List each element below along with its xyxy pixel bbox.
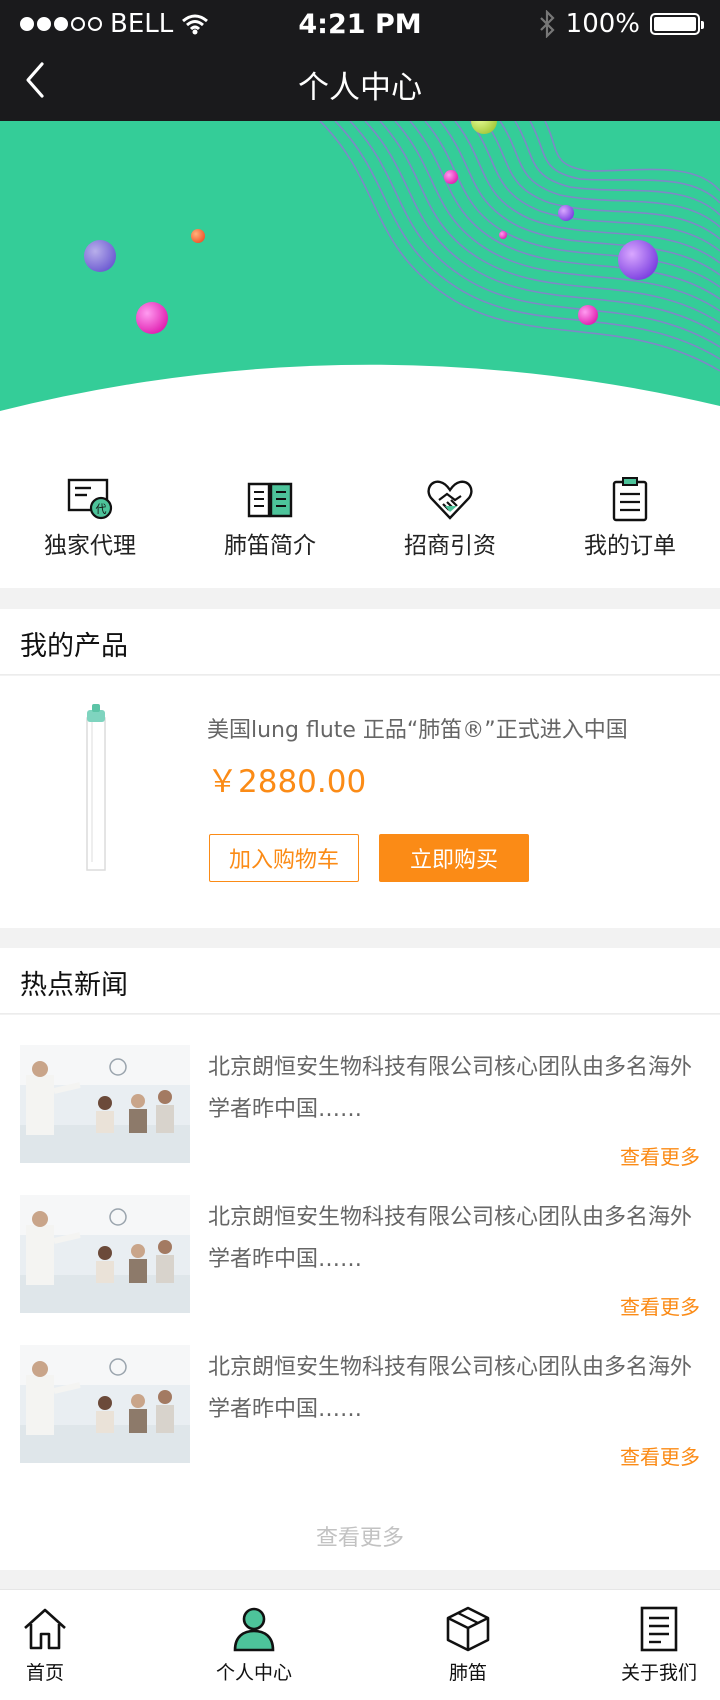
battery-label: 100% bbox=[565, 9, 640, 39]
menu-label: 独家代理 bbox=[44, 533, 136, 559]
page-title: 个人中心 bbox=[298, 70, 422, 106]
quick-menu: 代 独家代理 肺笛简介 招商引资 我的订单 bbox=[0, 440, 720, 588]
news-list: 北京朗恒安生物科技有限公司核心团队由多名海外学者昨中国…… 查看更多 北京朗恒安… bbox=[0, 1015, 720, 1570]
menu-label: 肺笛简介 bbox=[224, 533, 316, 559]
products-section-header: 我的产品 bbox=[0, 609, 720, 675]
news-more-link[interactable]: 查看更多 bbox=[620, 1291, 700, 1320]
bluetooth-icon bbox=[539, 10, 555, 38]
menu-investment[interactable]: 招商引资 bbox=[360, 440, 540, 588]
clipboard-icon bbox=[612, 477, 648, 522]
tab-profile[interactable]: 个人中心 bbox=[184, 1604, 324, 1685]
box-icon bbox=[446, 1606, 490, 1652]
open-book-icon bbox=[247, 482, 293, 518]
news-section-header: 热点新闻 bbox=[0, 948, 720, 1014]
home-icon bbox=[24, 1608, 66, 1650]
news-text: 北京朗恒安生物科技有限公司核心团队由多名海外学者昨中国…… bbox=[208, 1355, 693, 1422]
profile-banner bbox=[0, 121, 720, 461]
tab-about-us[interactable]: 关于我们 bbox=[589, 1604, 720, 1685]
top-bar: BELL 4:21 PM 100% 个人中心 bbox=[0, 0, 720, 121]
battery-icon bbox=[650, 13, 704, 35]
status-right: 100% bbox=[538, 9, 704, 39]
product-title[interactable]: 美国lung flute 正品“肺笛®”正式进入中国 bbox=[207, 712, 628, 744]
svg-text:代: 代 bbox=[96, 503, 107, 516]
news-more-link[interactable]: 查看更多 bbox=[620, 1141, 700, 1170]
user-icon bbox=[233, 1607, 275, 1652]
menu-exclusive-agent[interactable]: 代 独家代理 bbox=[0, 440, 180, 588]
tab-home[interactable]: 首页 bbox=[0, 1604, 115, 1685]
news-thumbnail bbox=[20, 1045, 190, 1163]
tab-bar: 首页 个人中心 肺笛 关于我们 bbox=[0, 1589, 720, 1700]
news-item[interactable]: 北京朗恒安生物科技有限公司核心团队由多名海外学者昨中国…… 查看更多 bbox=[0, 1195, 720, 1319]
tab-label: 肺笛 bbox=[448, 1662, 487, 1684]
product-image bbox=[86, 704, 106, 871]
status-bar: BELL 4:21 PM 100% bbox=[0, 0, 720, 48]
section-title: 热点新闻 bbox=[20, 970, 128, 1001]
menu-flute-intro[interactable]: 肺笛简介 bbox=[180, 440, 360, 588]
tab-label: 关于我们 bbox=[620, 1662, 697, 1684]
news-item[interactable]: 北京朗恒安生物科技有限公司核心团队由多名海外学者昨中国…… 查看更多 bbox=[0, 1345, 720, 1469]
tab-label: 个人中心 bbox=[215, 1662, 292, 1684]
news-text: 北京朗恒安生物科技有限公司核心团队由多名海外学者昨中国…… bbox=[208, 1055, 693, 1122]
menu-label: 招商引资 bbox=[404, 533, 496, 559]
agent-certificate-icon: 代 bbox=[67, 478, 113, 520]
news-item[interactable]: 北京朗恒安生物科技有限公司核心团队由多名海外学者昨中国…… 查看更多 bbox=[0, 1045, 720, 1169]
section-title: 我的产品 bbox=[20, 631, 128, 662]
news-more-link[interactable]: 查看更多 bbox=[620, 1441, 700, 1470]
add-to-cart-button[interactable]: 加入购物车 bbox=[209, 834, 359, 882]
product-card[interactable]: 美国lung flute 正品“肺笛®”正式进入中国 ￥2880.00 加入购物… bbox=[0, 676, 720, 928]
document-icon bbox=[640, 1606, 678, 1652]
buy-now-button[interactable]: 立即购买 bbox=[379, 834, 529, 882]
tab-label: 首页 bbox=[25, 1662, 64, 1684]
product-price: ￥2880.00 bbox=[207, 764, 367, 800]
menu-my-orders[interactable]: 我的订单 bbox=[540, 440, 720, 588]
news-text: 北京朗恒安生物科技有限公司核心团队由多名海外学者昨中国…… bbox=[208, 1205, 693, 1272]
menu-label: 我的订单 bbox=[584, 533, 676, 559]
tab-flute[interactable]: 肺笛 bbox=[398, 1604, 538, 1685]
news-thumbnail bbox=[20, 1345, 190, 1463]
handshake-heart-icon bbox=[427, 480, 473, 520]
news-thumbnail bbox=[20, 1195, 190, 1313]
view-all-news-link[interactable]: 查看更多 bbox=[0, 1520, 720, 1552]
